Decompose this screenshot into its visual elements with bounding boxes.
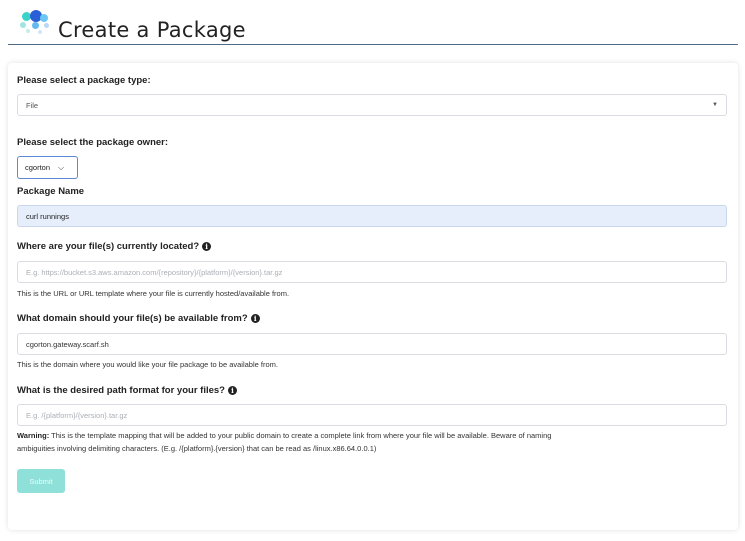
warning-label: Warning: bbox=[17, 431, 50, 440]
owner-label: Please select the package owner: bbox=[17, 137, 168, 148]
owner-select[interactable]: cgorton ⌵ bbox=[17, 156, 78, 179]
domain-label: What domain should your file(s) be avail… bbox=[17, 313, 260, 324]
package-name-label: Package Name bbox=[17, 186, 84, 197]
path-format-label-text: What is the desired path format for your… bbox=[17, 385, 225, 396]
file-location-input[interactable]: E.g. https://bucket.s3.aws.amazon.com/{r… bbox=[17, 261, 727, 283]
package-name-value: curl runnings bbox=[26, 211, 69, 221]
package-type-select[interactable]: File ▼ bbox=[17, 94, 727, 116]
file-location-placeholder: E.g. https://bucket.s3.aws.amazon.com/{r… bbox=[26, 267, 283, 277]
package-name-input[interactable]: curl runnings bbox=[17, 205, 727, 227]
package-type-label-text: Please select a package type: bbox=[17, 75, 151, 86]
package-name-label-text: Package Name bbox=[17, 186, 85, 197]
file-location-help: This is the URL or URL template where yo… bbox=[17, 289, 290, 298]
file-location-label-text: Where are your file(s) currently located… bbox=[17, 241, 200, 252]
info-icon[interactable]: i bbox=[250, 314, 260, 323]
page-header: Create a Package bbox=[8, 8, 738, 45]
info-icon[interactable]: i bbox=[227, 386, 237, 395]
package-type-value: File bbox=[26, 100, 39, 110]
package-type-label: Please select a package type: bbox=[17, 75, 151, 86]
domain-value: cgorton.gateway.scarf.sh bbox=[26, 339, 109, 349]
domain-input[interactable]: cgorton.gateway.scarf.sh bbox=[17, 333, 727, 355]
chevron-down-icon: ⌵ bbox=[58, 162, 65, 172]
select-caret-icon: ▼ bbox=[712, 102, 718, 108]
page-title: Create a Package bbox=[58, 18, 246, 42]
path-format-warning: Warning: This is the template mapping th… bbox=[17, 429, 727, 455]
warning-text-line1: This is the template mapping that will b… bbox=[51, 431, 552, 440]
submit-button[interactable]: Submit bbox=[17, 469, 65, 493]
file-location-label: Where are your file(s) currently located… bbox=[17, 241, 212, 252]
info-icon[interactable]: i bbox=[202, 242, 212, 251]
domain-label-text: What domain should your file(s) be avail… bbox=[17, 313, 248, 324]
scarf-logo-icon bbox=[18, 8, 58, 44]
warning-text-line2: ambiguities involving delimiting charact… bbox=[17, 444, 377, 453]
path-format-input[interactable]: E.g. /{platform}/{version}.tar.gz bbox=[17, 404, 727, 426]
owner-label-text: Please select the package owner: bbox=[17, 137, 169, 148]
domain-help: This is the domain where you would like … bbox=[17, 360, 278, 369]
package-form-card: Please select a package type: File ▼ Ple… bbox=[8, 63, 738, 530]
owner-value: cgorton bbox=[25, 163, 51, 172]
path-format-label: What is the desired path format for your… bbox=[17, 385, 237, 396]
path-format-placeholder: E.g. /{platform}/{version}.tar.gz bbox=[26, 410, 128, 420]
